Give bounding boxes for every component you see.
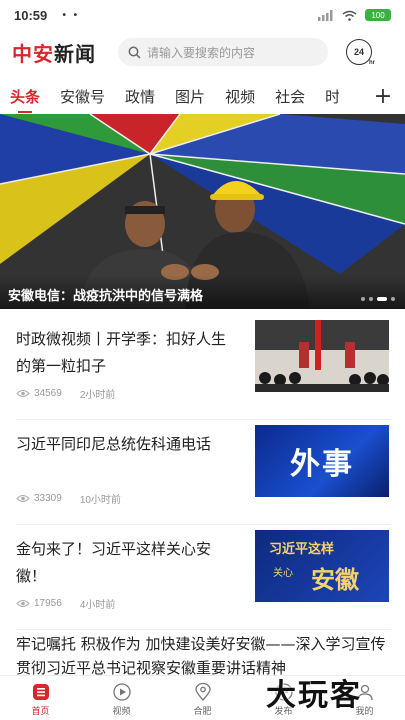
- eye-icon: [16, 600, 30, 607]
- news-title: 时政微视频丨开学季：扣好人生的第一粒扣子: [16, 330, 227, 375]
- news-meta: 33309 10小时前: [16, 491, 121, 506]
- nav-home-label: 首页: [31, 707, 50, 717]
- home-icon: [32, 684, 49, 700]
- thumbnail-text-2: 关心: [273, 568, 293, 579]
- view-count: 33309: [34, 493, 62, 504]
- tab-politics[interactable]: 政情: [125, 86, 155, 107]
- tab-headline[interactable]: 头条: [10, 86, 40, 113]
- battery-icon: 100: [365, 9, 391, 21]
- location-icon: [194, 683, 211, 701]
- status-bar: 10:59 • • 100: [0, 0, 405, 30]
- nav-home[interactable]: 首页: [0, 676, 81, 720]
- status-icons: 100: [318, 9, 391, 21]
- app-header: 中安新闻 请输入要搜索的内容 24 hr: [0, 32, 405, 72]
- thumbnail-text: 外事: [290, 447, 354, 482]
- signal-icon: [318, 9, 333, 21]
- news-meta: 17956 4小时前: [16, 596, 115, 611]
- news-meta: 34569 2小时前: [16, 386, 115, 401]
- tab-pictures[interactable]: 图片: [175, 86, 205, 107]
- nav-hefei[interactable]: 合肥: [162, 676, 243, 720]
- add-channel-icon[interactable]: +: [371, 80, 395, 112]
- nav-video-label: 视频: [112, 707, 131, 717]
- thumbnail-text-3: 安徽: [311, 566, 359, 594]
- app-logo[interactable]: 中安新闻: [12, 38, 96, 67]
- badge-hr: hr: [369, 60, 375, 66]
- publish-time: 10小时前: [79, 495, 121, 506]
- banner-carousel[interactable]: 安徽电信：战疫抗洪中的信号满格: [0, 114, 405, 309]
- search-input[interactable]: 请输入要搜索的内容: [118, 38, 328, 66]
- publish-time: 4小时前: [79, 600, 116, 611]
- banner-caption: 安徽电信：战疫抗洪中的信号满格: [0, 275, 405, 309]
- search-placeholder: 请输入要搜索的内容: [147, 45, 256, 60]
- eye-icon: [16, 495, 30, 502]
- search-icon: [128, 46, 141, 59]
- tab-anhui-hao[interactable]: 安徽号: [60, 86, 105, 107]
- carousel-dot: [391, 297, 395, 301]
- watermark-text: 大玩客: [266, 678, 362, 713]
- publish-time: 2小时前: [79, 390, 116, 401]
- carousel-dot-active: [377, 297, 387, 301]
- wifi-icon: [342, 10, 357, 21]
- nav-video[interactable]: 视频: [81, 676, 162, 720]
- play-icon: [112, 683, 131, 701]
- tab-more-partial[interactable]: 时: [325, 86, 339, 107]
- carousel-dot: [369, 297, 373, 301]
- tab-society[interactable]: 社会: [275, 86, 305, 107]
- status-dots: • •: [61, 9, 80, 21]
- news-title: 习近平同印尼总统佐科通电话: [16, 435, 212, 453]
- logo-text-dark: 新闻: [54, 41, 96, 66]
- news-item[interactable]: 习近平同印尼总统佐科通电话 33309 10小时前 外事: [16, 425, 391, 525]
- carousel-indicator: [361, 297, 395, 301]
- nav-hefei-label: 合肥: [193, 707, 212, 717]
- thumbnail-text-1: 习近平这样: [269, 542, 335, 557]
- news-item[interactable]: 金句来了！习近平这样关心安徽！ 17956 4小时前 习近平这样 关心 安徽: [16, 530, 391, 630]
- view-count: 34569: [34, 388, 62, 399]
- channel-tabs: 头条 安徽号 政情 图片 视频 社会 时 +: [0, 80, 405, 113]
- view-count: 17956: [34, 598, 62, 609]
- status-time: 10:59: [14, 7, 48, 23]
- logo-text-red: 中安: [12, 41, 54, 66]
- eye-icon: [16, 390, 30, 397]
- tab-video[interactable]: 视频: [225, 86, 255, 107]
- carousel-dot: [361, 297, 365, 301]
- news-thumbnail: 外事: [255, 425, 389, 497]
- news-item[interactable]: 时政微视频丨开学季：扣好人生的第一粒扣子 34569 2小时前: [16, 320, 391, 420]
- news-24hr-icon[interactable]: 24 hr: [346, 39, 375, 66]
- news-thumbnail: 习近平这样 关心 安徽: [255, 530, 389, 602]
- badge-24: 24: [353, 47, 364, 57]
- news-title: 金句来了！习近平这样关心安徽！: [16, 540, 212, 585]
- news-thumbnail: [255, 320, 389, 392]
